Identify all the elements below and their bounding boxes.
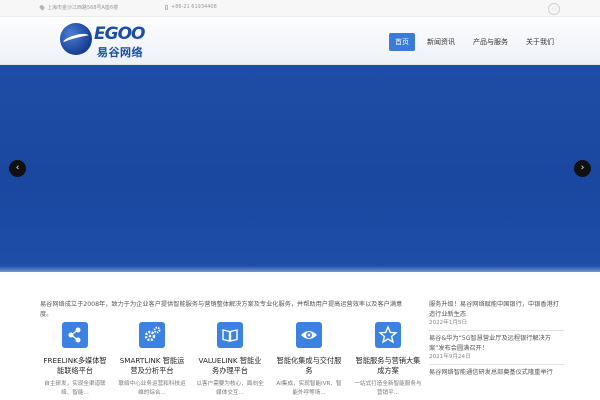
logo-brand: EGOO	[94, 24, 145, 44]
book-icon	[217, 322, 243, 348]
news-date: 2022年1月5日	[429, 320, 468, 326]
nav-about[interactable]: 关于我们	[520, 33, 560, 51]
news-date: 2021年9月24日	[429, 354, 471, 360]
star-icon	[375, 322, 401, 348]
banner-prev-button[interactable]: ‹	[9, 160, 26, 177]
share-icon	[62, 322, 88, 348]
eye-icon	[296, 322, 322, 348]
logo-cn-name: 易谷网络	[97, 46, 143, 59]
main-nav: 首页 新闻资讯 产品与服务 关于我们	[383, 33, 560, 51]
wechat-icon[interactable]: ◌	[548, 3, 560, 15]
services-section: FREELINK多媒体智能联络平台 自主研发，实现全渠道联络、智能... SMA…	[40, 322, 422, 400]
phone-icon	[165, 4, 168, 10]
banner-fade	[0, 266, 600, 272]
news-title[interactable]: 服务升级！易谷网络赋能中国银行，中银香港打造行业新生态	[429, 300, 564, 319]
nav-news[interactable]: 新闻资讯	[421, 33, 461, 51]
address: 上海市金沙江西路568号A座6楼	[38, 4, 119, 11]
service-desc: 以客户需要为核心，面向全媒体交互...	[196, 381, 264, 396]
service-desc: 联络中心业务运营和科技运维的综合...	[118, 381, 186, 396]
service-title: VALUELINK 智能业务办理平台	[198, 356, 262, 375]
banner-next-button[interactable]: ›	[574, 160, 591, 177]
service-desc: 一站式打造全新智能服务与营销平...	[354, 381, 422, 396]
top-info-bar: 上海市金沙江西路568号A座6楼 +86-21 61934408 ◌	[0, 0, 600, 17]
service-title: FREELINK多媒体智能联络平台	[43, 356, 107, 375]
service-title: SMARTLINK 智能运营及分析平台	[119, 356, 185, 375]
news-divider	[429, 364, 564, 365]
site-header: EGOO 易谷网络 首页 新闻资讯 产品与服务 关于我们	[0, 17, 600, 65]
address-text: 上海市金沙江西路568号A座6楼	[47, 5, 119, 11]
news-list: 服务升级！易谷网络赋能中国银行，中银香港打造行业新生态 2022年1月5日 易谷…	[429, 300, 564, 378]
service-title: 智能化集成与交付服务	[276, 356, 342, 375]
nav-products[interactable]: 产品与服务	[467, 33, 514, 51]
nav-home[interactable]: 首页	[389, 33, 415, 51]
news-divider	[429, 330, 564, 331]
service-desc: AI集成，实现智能IVR、智能外呼等场...	[276, 381, 342, 396]
service-desc: 自主研发，实现全渠道联络、智能...	[44, 381, 106, 396]
phone: +86-21 61934408	[165, 4, 217, 10]
location-pin-icon	[38, 4, 46, 11]
news-title[interactable]: 易谷&华为“5G智慧营业厅及远程银行解决方案”发布会圆满召开！	[429, 334, 564, 353]
hero-banner: ‹ ›	[0, 65, 600, 272]
company-intro: 易谷网络成立于2008年，致力于为企业客户提供智能服务与营销整体解决方案及专业化…	[40, 301, 403, 318]
gears-icon	[139, 322, 165, 348]
phone-text: +86-21 61934408	[171, 4, 217, 10]
logo[interactable]: EGOO 易谷网络	[60, 23, 180, 59]
news-title[interactable]: 易谷网络智能通信研发总部奠基仪式隆重举行	[429, 368, 564, 378]
service-title: 智能服务与营销大集成方案	[355, 356, 421, 375]
